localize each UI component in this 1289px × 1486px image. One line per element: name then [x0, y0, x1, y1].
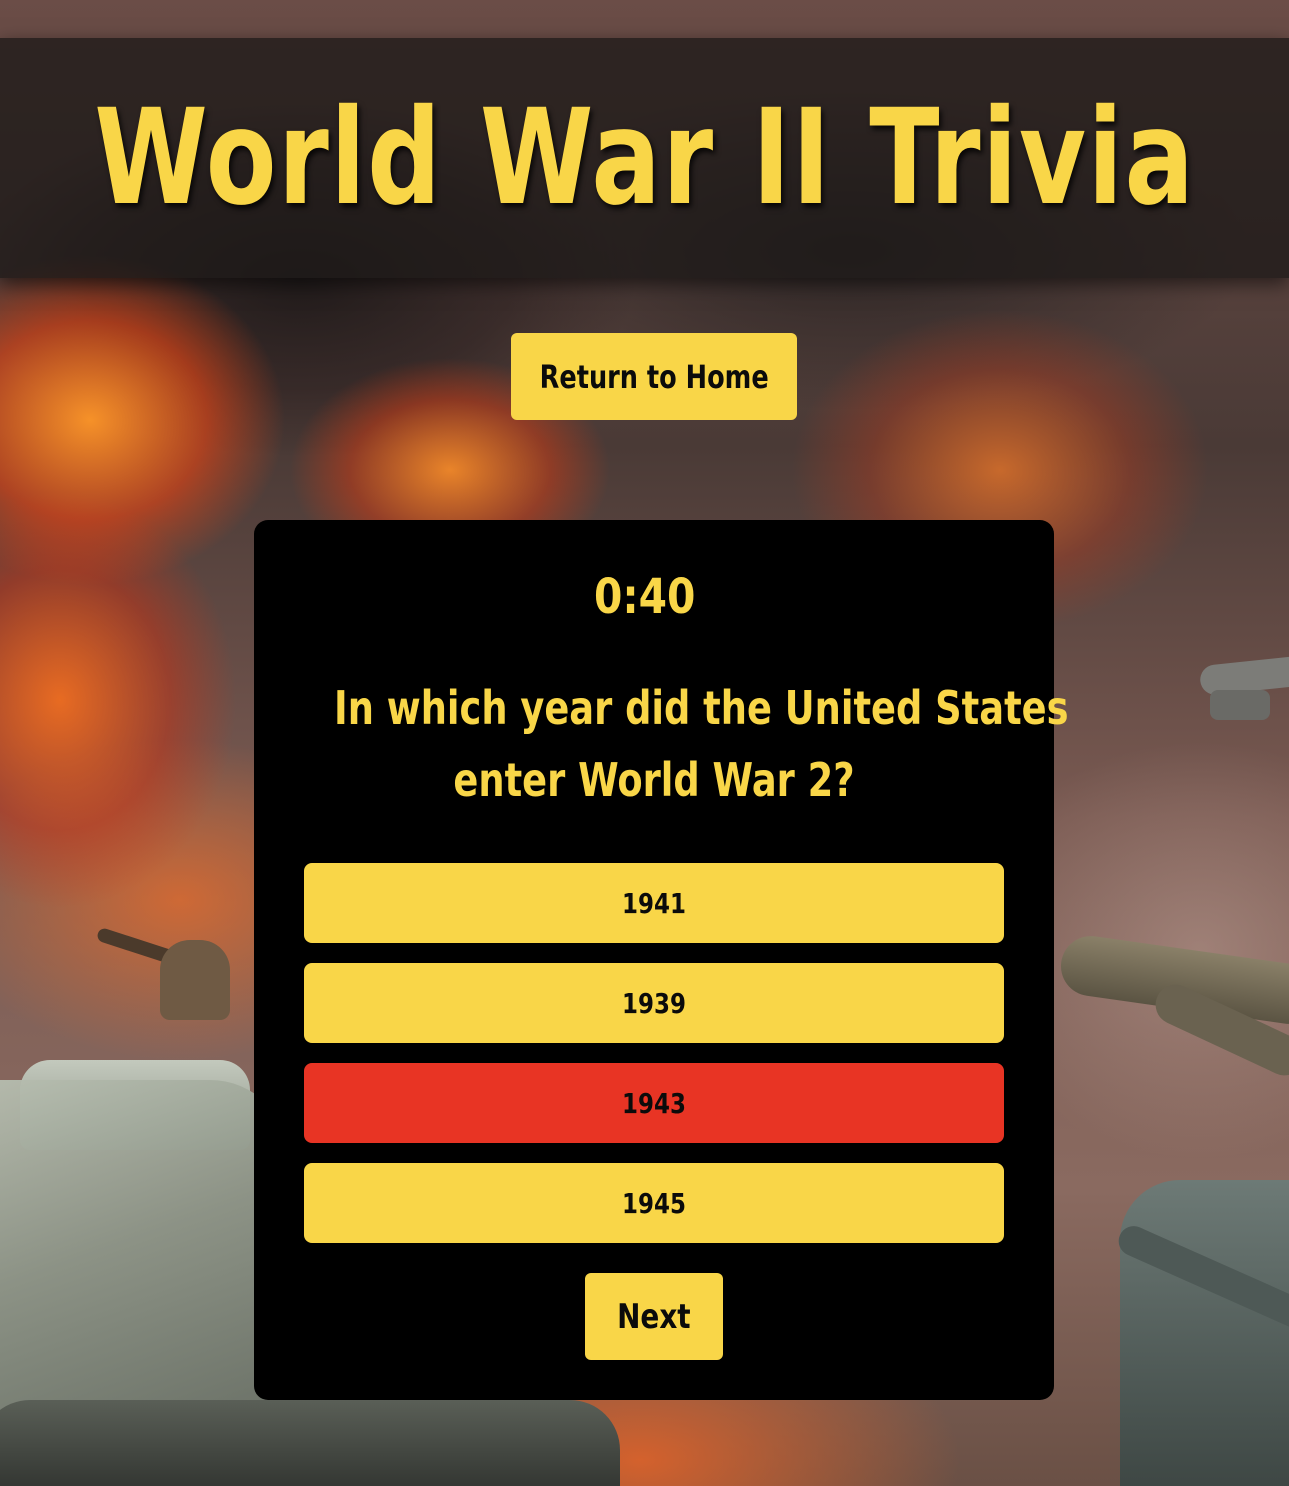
question-line-2: enter World War 2?	[453, 753, 855, 807]
next-button[interactable]: Next	[585, 1273, 723, 1360]
countdown-timer: 0:40	[0, 565, 1289, 629]
question-line-1: In which year did the United States	[334, 681, 1069, 735]
return-home-button[interactable]: Return to Home	[511, 333, 797, 420]
answer-option-4[interactable]: 1945	[304, 1163, 1004, 1243]
page-title: World War II Trivia	[93, 81, 1196, 235]
plane-top-right-tail-graphic	[1210, 690, 1270, 720]
answer-option-2-label: 1939	[622, 986, 686, 1020]
answer-option-4-label: 1945	[622, 1186, 686, 1220]
header-banner: World War II Trivia	[0, 38, 1289, 278]
answer-option-3-label: 1943	[622, 1086, 686, 1120]
tank-right-graphic	[1120, 1180, 1289, 1486]
quiz-card	[254, 520, 1054, 1400]
soldier-graphic	[160, 940, 230, 1020]
answer-option-2[interactable]: 1939	[304, 963, 1004, 1043]
next-button-label: Next	[617, 1296, 691, 1337]
question-text: In which year did the United States ente…	[254, 672, 1069, 816]
answer-option-3[interactable]: 1943	[304, 1063, 1004, 1143]
tank-tracks-graphic	[0, 1400, 620, 1486]
return-home-label: Return to Home	[539, 357, 769, 396]
timer-value: 0:40	[593, 569, 696, 625]
answer-option-1-label: 1941	[622, 886, 686, 920]
answer-option-1[interactable]: 1941	[304, 863, 1004, 943]
